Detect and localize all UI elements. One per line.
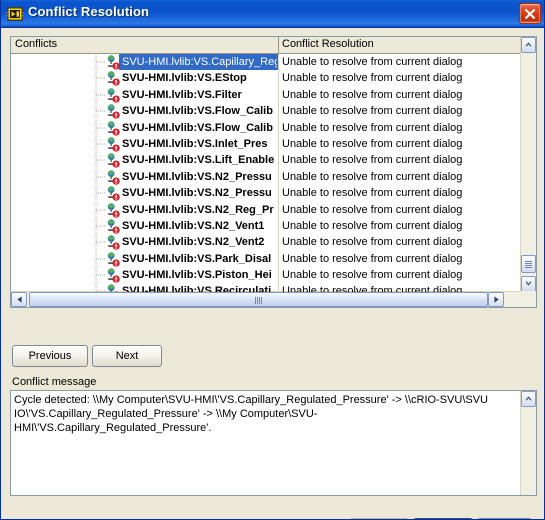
conflict-message-label: Conflict message bbox=[12, 376, 97, 388]
conflict-item-label: SVU-HMI.lvlib:VS.Inlet_Pres bbox=[122, 137, 268, 150]
conflict-resolution-value: Unable to resolve from current dialog bbox=[282, 269, 463, 282]
column-separator bbox=[278, 54, 279, 292]
table-row[interactable]: SVU-HMI.lvlib:VS.N2_Reg_Pr Unable to reso… bbox=[11, 201, 536, 218]
conflict-item-label: SVU-HMI.lvlib:VS.N2_Vent1 bbox=[122, 219, 265, 232]
table-row[interactable]: SVU-HMI.lvlib:VS.N2_Pressu Unable to reso… bbox=[11, 185, 536, 202]
table-row[interactable]: SVU-HMI.lvlib:VS.N2_Vent1 Unable to resol… bbox=[11, 217, 536, 234]
conflict-item-label: SVU-HMI.lvlib:VS.N2_Vent2 bbox=[122, 236, 265, 249]
table-row[interactable]: SVU-HMI.lvlib:VS.Inlet_Pres Unable to res… bbox=[11, 135, 536, 152]
list-horizontal-scrollbar[interactable] bbox=[11, 291, 520, 307]
conflict-item-label: SVU-HMI.lvlib:VS.Park_Disal bbox=[122, 252, 272, 265]
conflict-resolution-value: Unable to resolve from current dialog bbox=[282, 187, 463, 200]
conflict-resolution-value: Unable to resolve from current dialog bbox=[282, 203, 463, 216]
vi-error-icon bbox=[105, 153, 121, 169]
vi-error-icon bbox=[105, 104, 121, 119]
conflict-item-label: SVU-HMI.lvlib:VS.N2_Pressu bbox=[122, 187, 272, 200]
conflict-resolution-value: Unable to resolve from current dialog bbox=[282, 88, 463, 101]
scroll-down-icon[interactable] bbox=[521, 276, 536, 292]
conflict-resolution-value: Unable to resolve from current dialog bbox=[282, 252, 463, 265]
conflict-item-label: SVU-HMI.lvlib:VS.EStop bbox=[122, 72, 247, 85]
conflict-resolution-value: Unable to resolve from current dialog bbox=[282, 154, 463, 167]
list-rows: SVU-HMI.lvlib:VS.Capillary_Regu Unable to… bbox=[11, 54, 536, 292]
conflict-item-label: SVU-HMI.lvlib:VS.Flow_Calib bbox=[122, 105, 273, 118]
vi-error-icon bbox=[105, 120, 121, 136]
conflict-item-label: SVU-HMI.lvlib:VS.Filter bbox=[122, 88, 242, 101]
conflict-item-label: SVU-HMI.lvlib:VS.Lift_Enable bbox=[122, 154, 275, 167]
dialog-client-area: Conflicts Conflict Resolution SVU-HMI.lv… bbox=[1, 28, 544, 519]
vi-error-icon bbox=[105, 235, 121, 250]
vi-error-icon bbox=[105, 87, 121, 103]
conflict-resolution-value: Unable to resolve from current dialog bbox=[282, 137, 463, 150]
list-vertical-scroll-thumb[interactable] bbox=[521, 255, 536, 273]
vi-error-icon bbox=[105, 55, 121, 70]
list-vertical-scrollbar[interactable] bbox=[520, 37, 536, 292]
column-header-conflict-resolution[interactable]: Conflict Resolution bbox=[282, 38, 374, 50]
list-horizontal-scroll-thumb[interactable] bbox=[29, 292, 488, 307]
conflict-message-box: Cycle detected: \\My Computer\SVU-HMI\'V… bbox=[10, 390, 537, 496]
scroll-right-icon[interactable] bbox=[488, 292, 504, 307]
table-row[interactable]: SVU-HMI.lvlib:VS.Capillary_Regu Unable to… bbox=[11, 54, 536, 70]
close-icon[interactable] bbox=[519, 3, 541, 24]
vi-error-icon bbox=[105, 71, 121, 87]
message-scroll-up-icon[interactable] bbox=[521, 391, 536, 407]
conflict-resolution-value: Unable to resolve from current dialog bbox=[282, 121, 463, 134]
conflict-resolution-dialog: Conflict Resolution Conflicts Conflict R… bbox=[0, 0, 545, 520]
conflict-item-label: SVU-HMI.lvlib:VS.Recirculati bbox=[122, 285, 272, 292]
list-rows-viewport: SVU-HMI.lvlib:VS.Capillary_Regu Unable to… bbox=[11, 54, 536, 292]
conflict-item-label: SVU-HMI.lvlib:VS.Flow_Calib bbox=[122, 121, 273, 134]
scroll-thumb-grip bbox=[525, 261, 532, 268]
vi-error-icon bbox=[105, 202, 121, 218]
vi-error-icon bbox=[105, 169, 121, 185]
conflict-resolution-value: Unable to resolve from current dialog bbox=[282, 170, 463, 183]
table-row[interactable]: SVU-HMI.lvlib:VS.N2_Pressu Unable to reso… bbox=[11, 168, 536, 185]
conflict-item-label: SVU-HMI.lvlib:VS.Piston_Hei bbox=[122, 269, 272, 282]
next-button[interactable]: Next bbox=[92, 345, 162, 367]
table-row[interactable]: SVU-HMI.lvlib:VS.Filter Unable to resolve… bbox=[11, 86, 536, 103]
vi-error-icon bbox=[105, 137, 121, 152]
scroll-thumb-grip-h bbox=[255, 297, 262, 304]
window-title: Conflict Resolution bbox=[28, 4, 150, 19]
message-vertical-scrollbar[interactable] bbox=[520, 391, 536, 495]
scroll-up-icon[interactable] bbox=[521, 37, 536, 53]
vi-error-icon bbox=[105, 251, 121, 267]
conflict-item-label: SVU-HMI.lvlib:VS.Capillary_Regu bbox=[122, 56, 277, 68]
vi-error-icon bbox=[105, 219, 121, 234]
conflict-resolution-value: Unable to resolve from current dialog bbox=[282, 285, 463, 292]
vi-error-icon bbox=[105, 284, 121, 292]
conflict-resolution-value: Unable to resolve from current dialog bbox=[282, 56, 463, 68]
column-divider[interactable] bbox=[278, 37, 279, 53]
conflict-resolution-value: Unable to resolve from current dialog bbox=[282, 72, 463, 85]
table-row[interactable]: SVU-HMI.lvlib:VS.Flow_Calib Unable to res… bbox=[11, 103, 536, 120]
conflict-item-label: SVU-HMI.lvlib:VS.N2_Pressu bbox=[122, 170, 272, 183]
titlebar: Conflict Resolution bbox=[1, 0, 544, 28]
conflict-resolution-value: Unable to resolve from current dialog bbox=[282, 105, 463, 118]
conflicts-list: Conflicts Conflict Resolution SVU-HMI.lv… bbox=[10, 36, 537, 308]
table-row[interactable]: SVU-HMI.lvlib:VS.Flow_Calib Unable to res… bbox=[11, 119, 536, 136]
column-header-conflicts[interactable]: Conflicts bbox=[15, 38, 57, 50]
conflict-item-label: SVU-HMI.lvlib:VS.N2_Reg_Pr bbox=[122, 203, 274, 216]
scroll-left-icon[interactable] bbox=[11, 292, 27, 307]
table-row[interactable]: SVU-HMI.lvlib:VS.Piston_Hei Unable to res… bbox=[11, 267, 536, 284]
conflict-resolution-value: Unable to resolve from current dialog bbox=[282, 219, 463, 232]
table-row[interactable]: SVU-HMI.lvlib:VS.EStop Unable to resolve … bbox=[11, 70, 536, 87]
table-row[interactable]: SVU-HMI.lvlib:VS.Lift_Enable Unable to re… bbox=[11, 152, 536, 169]
list-header: Conflicts Conflict Resolution bbox=[11, 37, 536, 54]
conflict-message-text: Cycle detected: \\My Computer\SVU-HMI\'V… bbox=[14, 394, 492, 434]
previous-button[interactable]: Previous bbox=[12, 345, 88, 367]
labview-icon bbox=[6, 5, 24, 23]
vi-error-icon bbox=[105, 268, 121, 283]
table-row[interactable]: SVU-HMI.lvlib:VS.N2_Vent2 Unable to resol… bbox=[11, 234, 536, 251]
table-row[interactable]: SVU-HMI.lvlib:VS.Park_Disal Unable to res… bbox=[11, 250, 536, 267]
conflict-resolution-value: Unable to resolve from current dialog bbox=[282, 236, 463, 249]
vi-error-icon bbox=[105, 186, 121, 201]
scrollbar-corner bbox=[520, 291, 536, 307]
